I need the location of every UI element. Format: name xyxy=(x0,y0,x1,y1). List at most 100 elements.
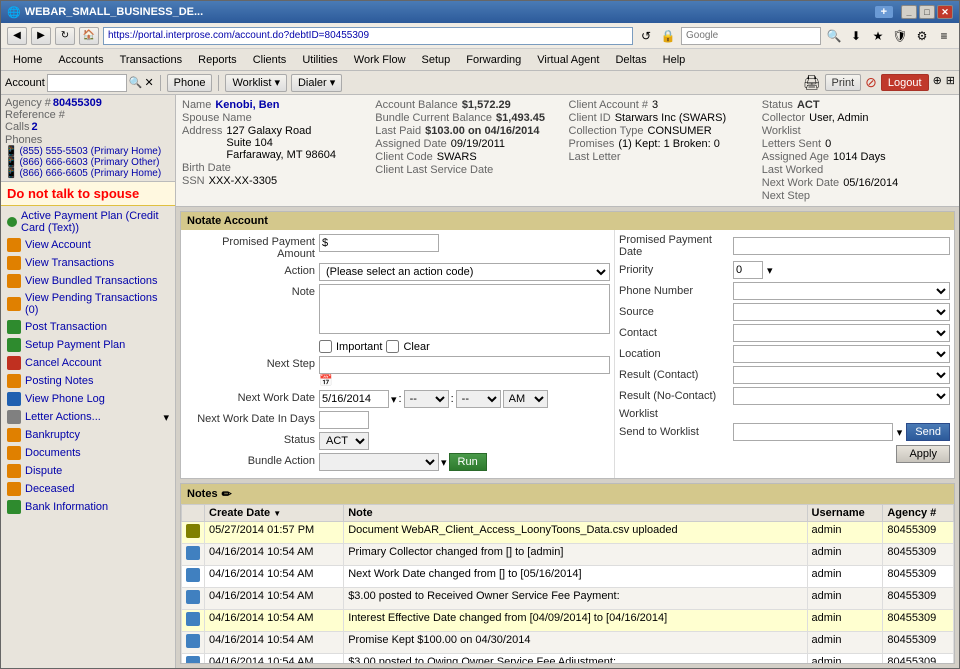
col-agency[interactable]: Agency # xyxy=(883,505,954,522)
apply-button[interactable]: Apply xyxy=(896,445,950,463)
maximize-button[interactable]: □ xyxy=(919,5,935,19)
date-separator: ▾ xyxy=(391,393,397,406)
action-select[interactable]: (Please select an action code) xyxy=(319,263,610,281)
bookmark-add-icon[interactable]: ⊕ xyxy=(933,74,942,91)
refresh-button[interactable]: ↻ xyxy=(55,27,75,45)
menu-forwarding[interactable]: Forwarding xyxy=(458,52,529,68)
forward-button[interactable]: ▶ xyxy=(31,27,51,45)
worklist-button[interactable]: Worklist ▾ xyxy=(225,74,287,92)
next-work-days-input[interactable] xyxy=(319,411,369,429)
sidebar-item-active-payment[interactable]: Active Payment Plan (Credit Card (Text)) xyxy=(1,208,175,236)
bundle-action-select[interactable] xyxy=(319,453,439,471)
sidebar-item-view-phone[interactable]: View Phone Log xyxy=(1,390,175,408)
home-button[interactable]: 🏠 xyxy=(79,27,99,45)
run-button[interactable]: Run xyxy=(449,453,487,471)
sidebar-item-bank-info[interactable]: Bank Information xyxy=(1,498,175,516)
next-step-form-label: Next Step xyxy=(185,356,315,370)
sidebar-item-setup-payment[interactable]: Setup Payment Plan xyxy=(1,336,175,354)
name-value: Kenobi, Ben xyxy=(215,99,279,111)
row-icon-cell xyxy=(182,654,205,665)
settings2-icon[interactable]: ⊞ xyxy=(946,74,955,91)
url-bar[interactable] xyxy=(103,27,633,45)
important-checkbox[interactable] xyxy=(319,340,332,353)
phone-number-select[interactable] xyxy=(733,282,950,300)
time-separator2: : xyxy=(451,393,454,405)
sidebar-item-deceased[interactable]: Deceased xyxy=(1,480,175,498)
back-button[interactable]: ◀ xyxy=(7,27,27,45)
menu-deltas[interactable]: Deltas xyxy=(607,52,654,68)
row-date: 04/16/2014 10:54 AM xyxy=(205,654,344,665)
sidebar-item-view-transactions[interactable]: View Transactions xyxy=(1,254,175,272)
notes-scroll-area[interactable]: Create Date ▼ Note Username xyxy=(181,504,954,664)
new-tab[interactable]: + xyxy=(875,6,893,18)
sidebar-item-documents[interactable]: Documents xyxy=(1,444,175,462)
download-icon[interactable]: ⬇ xyxy=(847,27,865,45)
menu-home[interactable]: Home xyxy=(5,52,50,68)
table-row: 05/27/2014 01:57 PMDocument WebAR_Client… xyxy=(182,522,954,544)
menu-reports[interactable]: Reports xyxy=(190,52,245,68)
next-step-calendar-icon[interactable]: 📅 xyxy=(319,375,333,387)
deceased-icon xyxy=(7,482,21,496)
menu-setup[interactable]: Setup xyxy=(414,52,459,68)
sidebar-item-cancel-account[interactable]: Cancel Account xyxy=(1,354,175,372)
menu-icon[interactable]: ≡ xyxy=(935,27,953,45)
minute-select[interactable]: -- xyxy=(456,390,501,408)
result-no-contact-select[interactable] xyxy=(733,387,950,405)
dialer-button[interactable]: Dialer ▾ xyxy=(291,74,342,92)
menu-clients[interactable]: Clients xyxy=(245,52,295,68)
settings-icon[interactable]: ⚙ xyxy=(913,27,931,45)
sidebar-item-view-pending[interactable]: View Pending Transactions (0) xyxy=(1,290,175,318)
minimize-button[interactable]: _ xyxy=(901,5,917,19)
menu-accounts[interactable]: Accounts xyxy=(50,52,111,68)
menu-virtual-agent[interactable]: Virtual Agent xyxy=(529,52,607,68)
clear-label: Clear xyxy=(403,341,429,353)
sidebar-item-letter-actions[interactable]: Letter Actions... ▾ xyxy=(1,408,175,426)
hour-select[interactable]: -- xyxy=(404,390,449,408)
next-step-input[interactable] xyxy=(319,356,610,374)
sidebar-item-bankruptcy[interactable]: Bankruptcy xyxy=(1,426,175,444)
contact-select[interactable] xyxy=(733,324,950,342)
location-select[interactable] xyxy=(733,345,950,363)
next-work-date-input[interactable] xyxy=(319,390,389,408)
promised-amount-input[interactable] xyxy=(319,234,439,252)
note-input[interactable] xyxy=(319,284,610,334)
next-step-row: Next Step xyxy=(762,190,953,202)
account-clear-icon[interactable]: ✕ xyxy=(144,76,153,89)
post-transaction-icon xyxy=(7,320,21,334)
send-button[interactable]: Send xyxy=(906,423,950,441)
print-button[interactable]: Print xyxy=(825,74,862,91)
shield-icon[interactable]: 🛡 xyxy=(891,27,909,45)
worklist-input[interactable] xyxy=(733,423,893,441)
sidebar-item-post-transaction[interactable]: Post Transaction xyxy=(1,318,175,336)
refresh-icon[interactable]: ↺ xyxy=(637,27,655,45)
menu-workflow[interactable]: Work Flow xyxy=(346,52,414,68)
ampm-select[interactable]: AM PM xyxy=(503,390,548,408)
menu-utilities[interactable]: Utilities xyxy=(294,52,345,68)
close-button[interactable]: ✕ xyxy=(937,5,953,19)
menu-transactions[interactable]: Transactions xyxy=(112,52,191,68)
bookmark-icon[interactable]: ★ xyxy=(869,27,887,45)
sidebar-item-view-account[interactable]: View Account xyxy=(1,236,175,254)
phone-button[interactable]: Phone xyxy=(167,74,213,92)
balance-label: Account Balance xyxy=(375,99,458,111)
promised-date-input[interactable] xyxy=(733,237,950,255)
logout-button[interactable]: Logout xyxy=(881,74,929,91)
status-select[interactable]: ACT xyxy=(319,432,369,450)
menu-help[interactable]: Help xyxy=(655,52,694,68)
col-username[interactable]: Username xyxy=(807,505,883,522)
source-select[interactable] xyxy=(733,303,950,321)
priority-input[interactable] xyxy=(733,261,763,279)
result-contact-label: Result (Contact) xyxy=(619,369,729,381)
clear-checkbox[interactable] xyxy=(386,340,399,353)
notes-edit-icon[interactable]: ✏ xyxy=(222,487,232,501)
account-input[interactable] xyxy=(47,74,127,92)
search-input[interactable] xyxy=(681,27,821,45)
result-contact-select[interactable] xyxy=(733,366,950,384)
sidebar-item-posting-notes[interactable]: Posting Notes xyxy=(1,372,175,390)
search-go-icon[interactable]: 🔍 xyxy=(825,27,843,45)
account-search-icon[interactable]: 🔍 xyxy=(129,76,143,89)
col-create-date[interactable]: Create Date ▼ xyxy=(205,505,344,522)
col-note[interactable]: Note xyxy=(344,505,807,522)
sidebar-item-view-bundled[interactable]: View Bundled Transactions xyxy=(1,272,175,290)
sidebar-item-dispute[interactable]: Dispute xyxy=(1,462,175,480)
